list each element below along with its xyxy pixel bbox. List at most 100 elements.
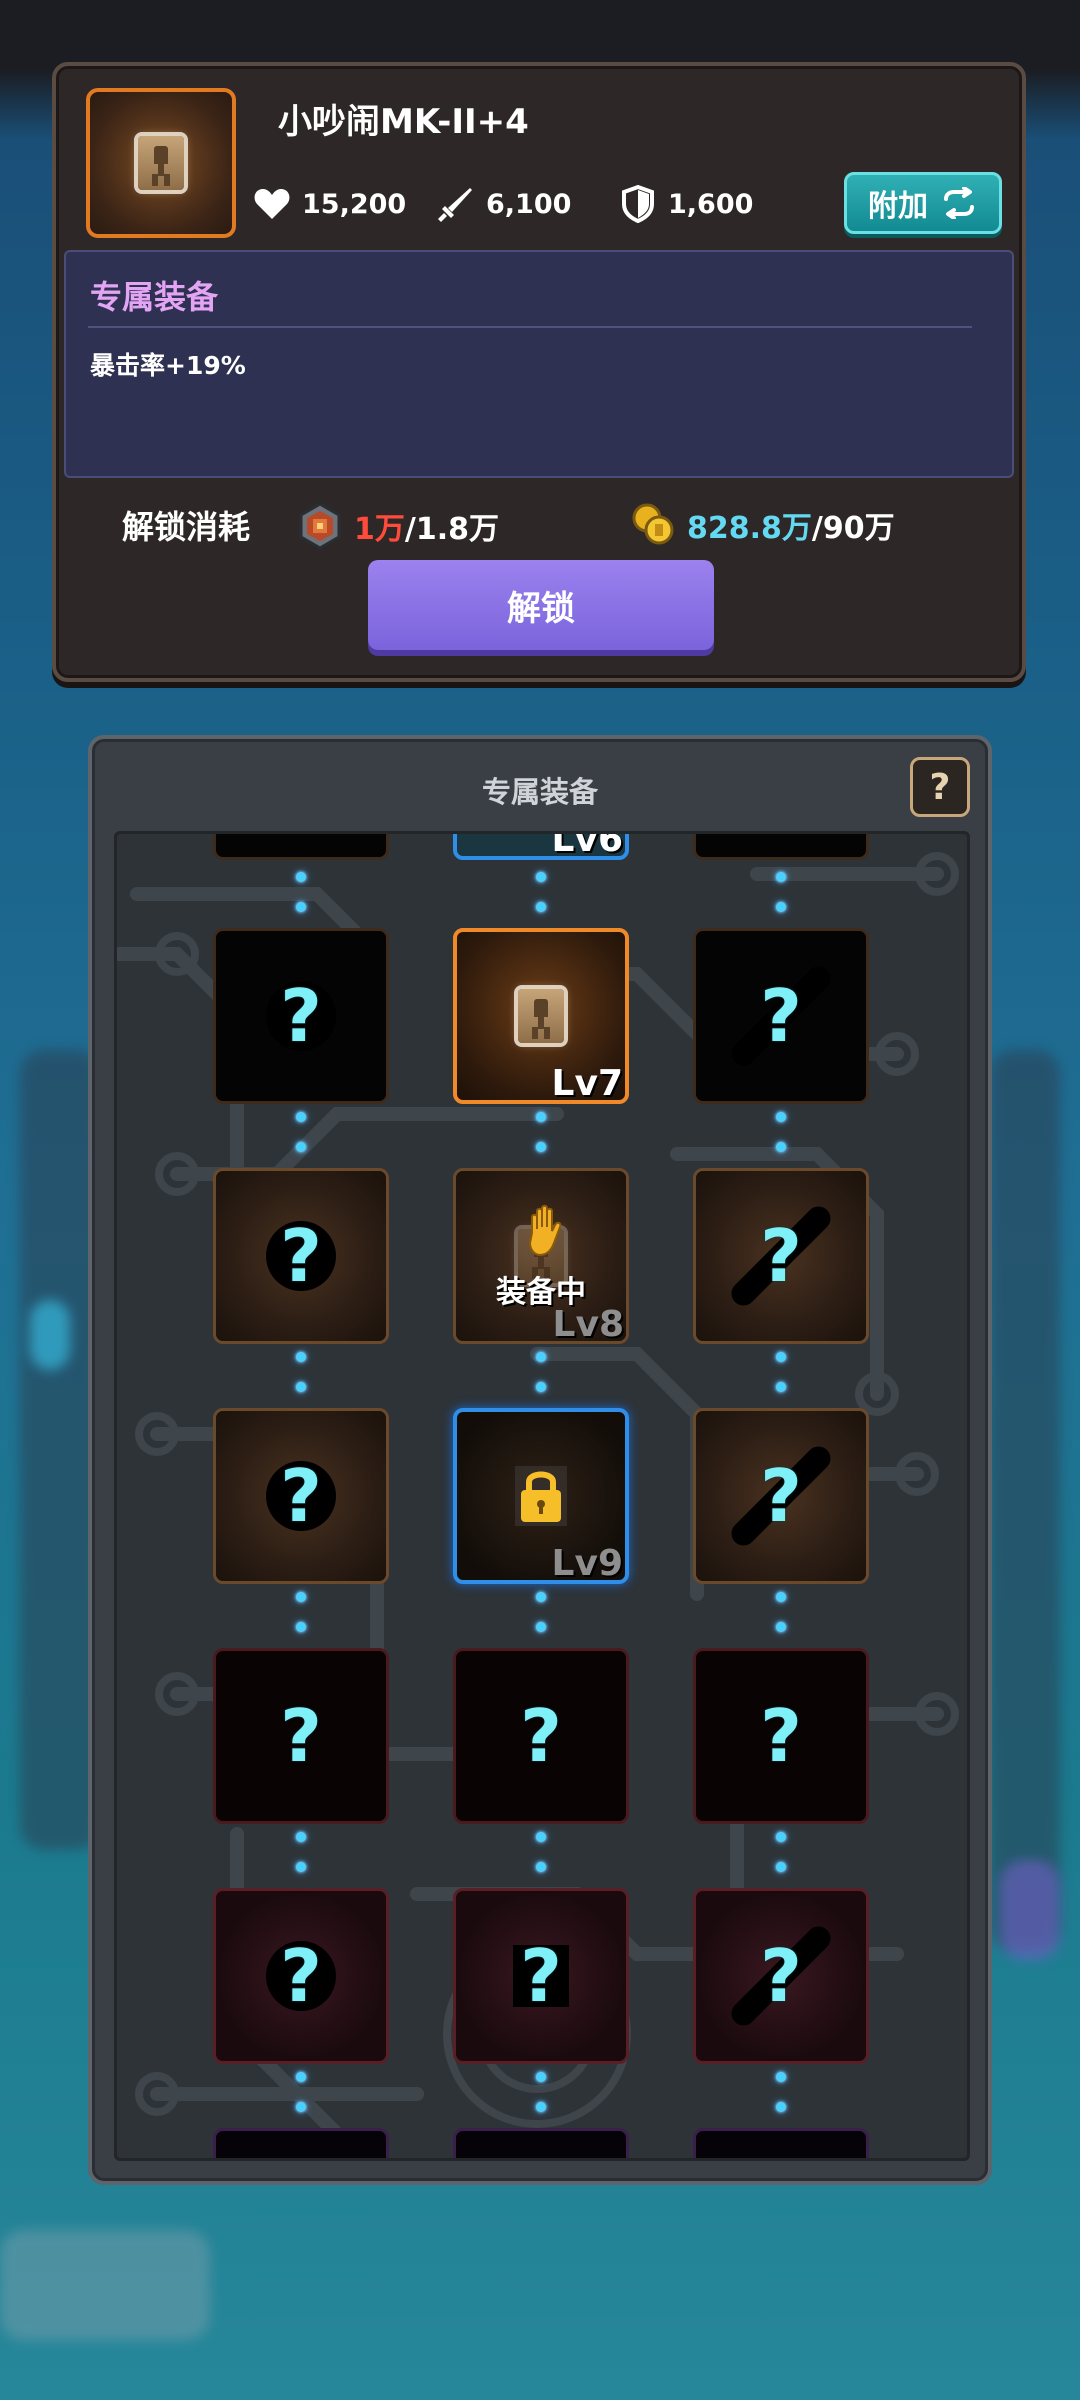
grid-slot-unknown[interactable]: ? bbox=[213, 1648, 389, 1824]
material-need: /1.8万 bbox=[404, 512, 499, 547]
swap-icon bbox=[944, 187, 974, 219]
connector-dot bbox=[296, 1352, 306, 1362]
connector-dot bbox=[776, 1592, 786, 1602]
heart-icon bbox=[254, 189, 290, 219]
gold-have: 828.8万 bbox=[687, 511, 812, 546]
grid-slot-unknown[interactable]: ? bbox=[453, 1648, 629, 1824]
connector-dot bbox=[296, 1862, 306, 1872]
grid-slot-unknown[interactable]: ? bbox=[213, 1408, 389, 1584]
connector-dot bbox=[536, 1142, 546, 1152]
material-cost: 1万/1.8万 bbox=[296, 502, 499, 550]
hp-value: 15,200 bbox=[302, 188, 407, 220]
question-mark-icon: ? bbox=[280, 1694, 322, 1778]
grid-slot-unknown[interactable]: ? bbox=[693, 1408, 869, 1584]
core-material-icon bbox=[299, 502, 341, 550]
question-mark-icon: ? bbox=[520, 1694, 562, 1778]
exclusive-equipment-box: 专属装备 暴击率+19% bbox=[64, 250, 1014, 478]
grid-slot-unknown[interactable]: ? bbox=[693, 1888, 869, 2064]
connector-dot bbox=[776, 1862, 786, 1872]
question-mark-icon: ? bbox=[280, 1454, 322, 1538]
question-mark-icon: ? bbox=[760, 1934, 802, 2018]
attack-stat: 6,100 bbox=[436, 184, 571, 224]
grid-slot-unknown[interactable]: ? bbox=[693, 928, 869, 1104]
connector-dot bbox=[536, 2102, 546, 2112]
connector-dot bbox=[296, 1592, 306, 1602]
append-label: 附加 bbox=[868, 189, 928, 224]
grid-slot-unknown[interactable]: ? bbox=[693, 1648, 869, 1824]
connector-dot bbox=[296, 2102, 306, 2112]
question-mark-icon: ? bbox=[760, 1214, 802, 1298]
shield-icon bbox=[622, 184, 654, 224]
append-button[interactable]: 附加 bbox=[844, 172, 1002, 234]
connector-dot bbox=[776, 2072, 786, 2082]
question-mark-icon: ? bbox=[280, 1934, 322, 2018]
grid-slot-unknown[interactable]: ? bbox=[213, 928, 389, 1104]
question-mark-icon: ? bbox=[760, 1694, 802, 1778]
grid-slot-unknown[interactable]: ? bbox=[213, 1168, 389, 1344]
level-label: Lv9 bbox=[551, 1543, 623, 1584]
grid-slot-next[interactable] bbox=[213, 2128, 389, 2158]
connector-dot bbox=[536, 872, 546, 882]
help-button[interactable]: ? bbox=[910, 757, 970, 817]
grid-slot-next[interactable] bbox=[693, 2128, 869, 2158]
material-have: 1万 bbox=[354, 512, 405, 547]
gold-need: /90万 bbox=[811, 511, 895, 546]
gold-coins-icon bbox=[632, 503, 674, 545]
grid-slot-lv6-left[interactable] bbox=[213, 834, 389, 860]
grid-title: 专属装备 bbox=[481, 775, 598, 809]
connector-dot bbox=[536, 1592, 546, 1602]
gold-cost: 828.8万/90万 bbox=[631, 502, 895, 548]
connector-dot bbox=[536, 1382, 546, 1392]
connector-dot bbox=[776, 1382, 786, 1392]
item-icon bbox=[518, 989, 564, 1043]
connector-dot bbox=[536, 1862, 546, 1872]
connector-dot bbox=[296, 2072, 306, 2082]
unlock-button[interactable]: 解锁 bbox=[368, 560, 714, 650]
connector-dot bbox=[776, 872, 786, 882]
sword-icon bbox=[438, 188, 472, 222]
hand-icon bbox=[528, 1204, 562, 1257]
upgrade-board[interactable]: Lv6 ? Lv7 ? ? 装备中 Lv8 ? ? Lv9 ? ? ? ? ? … bbox=[114, 831, 970, 2161]
defense-stat: 1,600 bbox=[618, 184, 753, 224]
connector-dot bbox=[536, 902, 546, 912]
divider bbox=[88, 326, 972, 328]
question-mark-icon: ? bbox=[520, 1934, 562, 2018]
connector-dot bbox=[536, 1112, 546, 1122]
grid-slot-next[interactable] bbox=[453, 2128, 629, 2158]
question-mark-icon: ? bbox=[760, 1454, 802, 1538]
item-icon-frame bbox=[86, 88, 236, 238]
exclusive-grid-panel: 专属装备 ? Lv6 ? Lv7 ? ? 装备中 Lv8 ? ? Lv9 ? ?… bbox=[88, 735, 992, 2185]
grid-slot-lv8-equipped[interactable]: 装备中 Lv8 bbox=[453, 1168, 629, 1345]
background-blur bbox=[0, 2230, 210, 2340]
equipped-label: 装备中 bbox=[496, 1275, 586, 1310]
grid-slot-lv9-locked[interactable]: Lv9 bbox=[453, 1408, 629, 1584]
attack-value: 6,100 bbox=[486, 188, 572, 220]
connector-dot bbox=[536, 1832, 546, 1842]
connector-dot bbox=[296, 872, 306, 882]
exclusive-stat: 暴击率+19% bbox=[90, 351, 246, 380]
connector-dot bbox=[776, 1832, 786, 1842]
unlock-cost-label: 解锁消耗 bbox=[122, 508, 251, 546]
grid-slot-lv6[interactable]: Lv6 bbox=[453, 831, 629, 860]
defense-value: 1,600 bbox=[668, 188, 754, 220]
connector-dot bbox=[536, 2072, 546, 2082]
connector-dot bbox=[296, 1622, 306, 1632]
question-mark-icon: ? bbox=[280, 1214, 322, 1298]
level-label: Lv7 bbox=[551, 1063, 623, 1104]
question-mark-icon: ? bbox=[760, 974, 802, 1058]
grid-slot-unknown[interactable]: ? bbox=[213, 1888, 389, 2064]
connector-dot bbox=[776, 1112, 786, 1122]
connector-dot bbox=[296, 1142, 306, 1152]
grid-slot-lv7-current[interactable]: Lv7 bbox=[453, 928, 629, 1104]
item-info-panel: 小吵闹MK-II+4 15,200 6,100 1,600 附加 专属装备 暴击… bbox=[52, 62, 1026, 682]
grid-slot-unknown[interactable]: ? bbox=[453, 1888, 629, 2064]
connector-dot bbox=[296, 1382, 306, 1392]
grid-slot-lv6-right[interactable] bbox=[693, 834, 869, 860]
exclusive-title: 专属装备 bbox=[90, 278, 219, 316]
hp-stat: 15,200 bbox=[252, 184, 406, 224]
lock-icon bbox=[515, 1466, 567, 1526]
connector-dot bbox=[296, 902, 306, 912]
connector-dot bbox=[296, 1112, 306, 1122]
grid-slot-unknown[interactable]: ? bbox=[693, 1168, 869, 1344]
level-label: Lv6 bbox=[551, 831, 623, 860]
